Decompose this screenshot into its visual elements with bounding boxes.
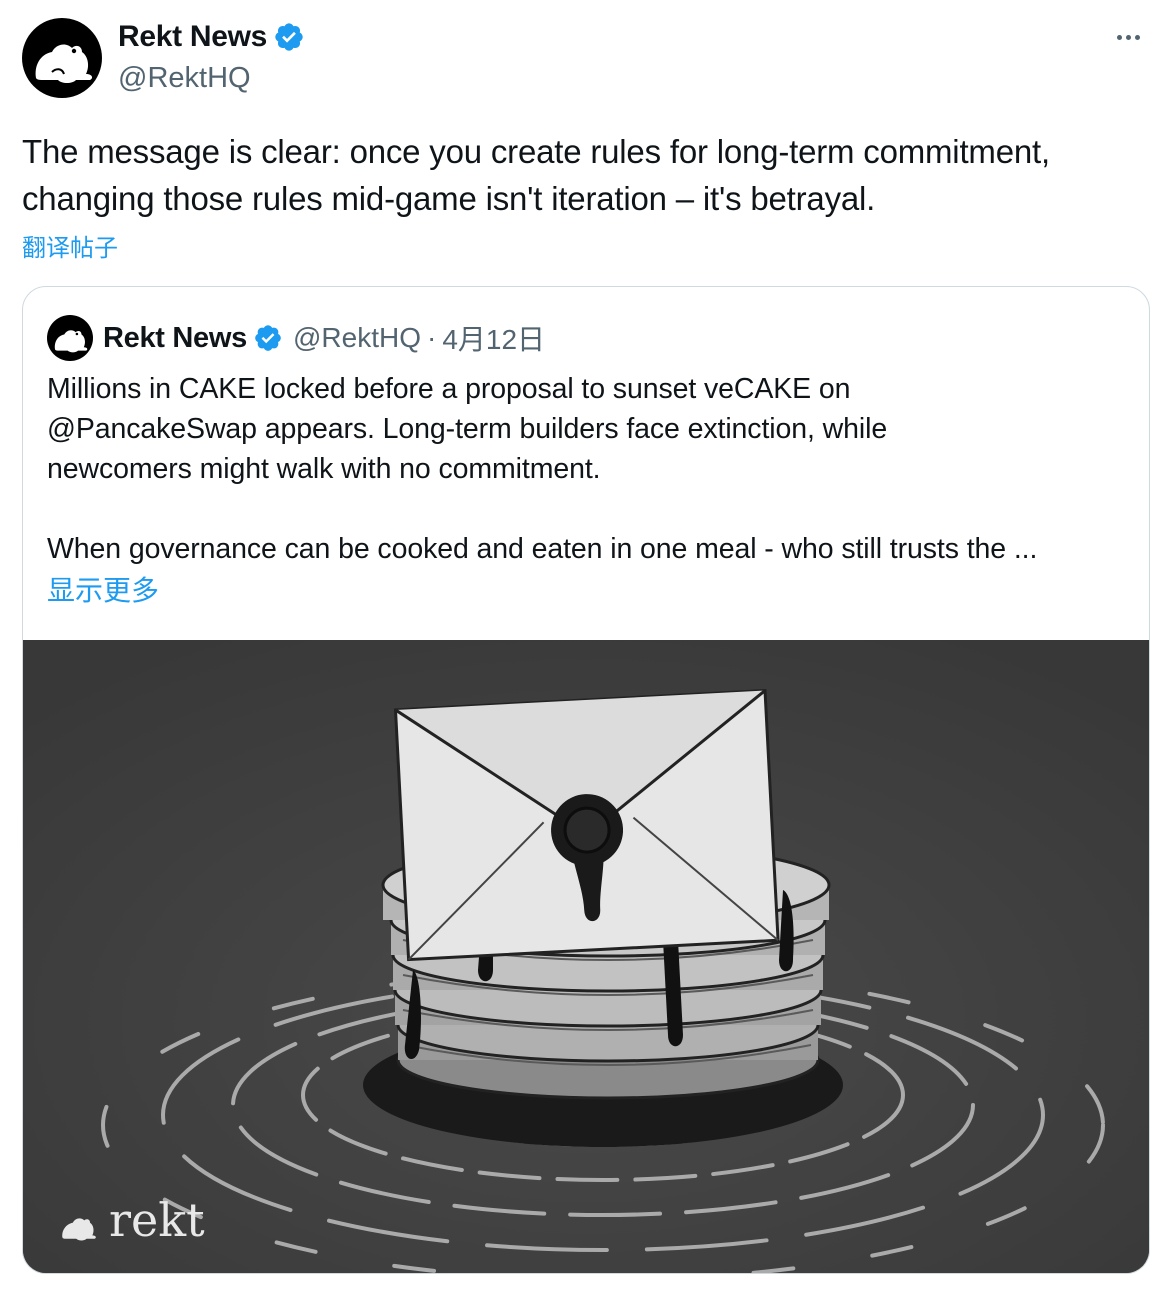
rekt-watermark: rekt	[59, 1193, 205, 1247]
watermark-text: rekt	[109, 1193, 205, 1247]
author-avatar[interactable]	[22, 18, 102, 98]
verified-badge-icon	[255, 325, 281, 351]
quoted-author-handle[interactable]: @RektHQ	[293, 322, 421, 354]
quoted-tweet[interactable]: Rekt News @RektHQ · 4月12日 Millions in CA…	[22, 286, 1150, 1274]
translate-post-link[interactable]: 翻译帖子	[22, 228, 118, 263]
author-handle[interactable]: @RektHQ	[118, 62, 251, 95]
dot	[1134, 34, 1140, 40]
show-more-link[interactable]: 显示更多	[47, 569, 159, 609]
quoted-timestamp[interactable]: 4月12日	[442, 318, 545, 358]
frog-icon	[35, 44, 93, 83]
quoted-author-name[interactable]: Rekt News	[103, 322, 247, 355]
quoted-tweet-text: Millions in CAKE locked before a proposa…	[47, 373, 1038, 565]
verified-badge-icon	[275, 23, 303, 51]
dot	[1125, 34, 1131, 40]
quoted-media-image[interactable]: rekt	[23, 640, 1149, 1273]
pancake-envelope-illustration	[23, 640, 1149, 1273]
frog-icon	[62, 1218, 96, 1241]
author-name[interactable]: Rekt News	[118, 20, 267, 54]
frog-icon	[54, 330, 88, 353]
more-options-icon[interactable]	[1108, 22, 1148, 52]
separator-dot: ·	[426, 322, 437, 353]
quoted-author-avatar[interactable]	[47, 315, 93, 361]
tweet-text: The message is clear: once you create ru…	[22, 133, 1050, 217]
dot	[1116, 34, 1122, 40]
